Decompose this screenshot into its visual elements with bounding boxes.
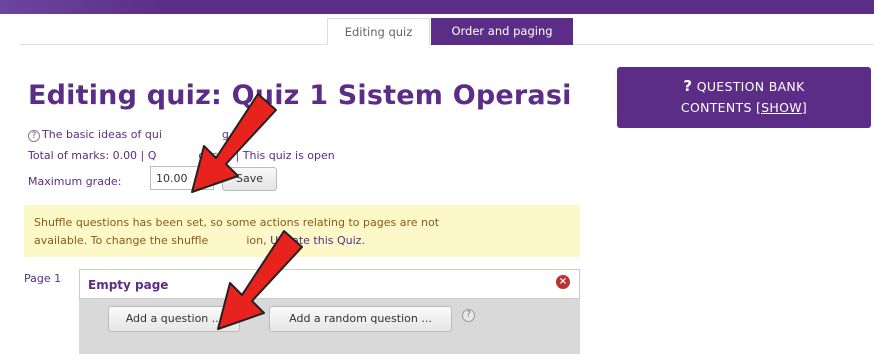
question-mark-icon: ?	[683, 77, 693, 95]
remove-page-icon[interactable]: ×	[556, 275, 570, 289]
tab-editing-quiz[interactable]: Editing quiz	[327, 18, 430, 45]
qbank-show-link[interactable]: [SHOW]	[756, 100, 807, 115]
notice-text-3: available. To change the shuffle	[34, 234, 209, 247]
quiz-status-line: Total of marks: 0.00 | Qons: 0 | This qu…	[28, 149, 335, 162]
page-number-label: Page 1	[24, 272, 62, 285]
qbank-line2: CONTENTS	[680, 100, 756, 115]
random-question-help-icon[interactable]: ?	[462, 309, 475, 322]
total-marks-text: Total of marks: 0.00 | Q	[28, 149, 157, 162]
qbank-line1: QUESTION BANK	[696, 79, 805, 94]
top-navbar	[0, 0, 874, 14]
question-bank-panel[interactable]: ? QUESTION BANK CONTENTS [SHOW]	[617, 67, 871, 128]
page-title: Editing quiz: Quiz 1 Sistem Operasi	[28, 80, 572, 111]
notice-text-1: Shuffle questions has been set, s	[34, 216, 217, 229]
arrow-icon	[217, 230, 303, 330]
tab-order-and-paging[interactable]: Order and paging	[431, 18, 573, 45]
help-icon: ?	[28, 130, 40, 142]
arrow-icon	[191, 93, 277, 193]
max-grade-label: Maximum grade:	[28, 175, 122, 188]
basic-ideas-text: The basic ideas of qui	[42, 128, 162, 141]
navbar-logo-area	[0, 0, 170, 14]
empty-page-title: Empty page	[88, 278, 169, 292]
